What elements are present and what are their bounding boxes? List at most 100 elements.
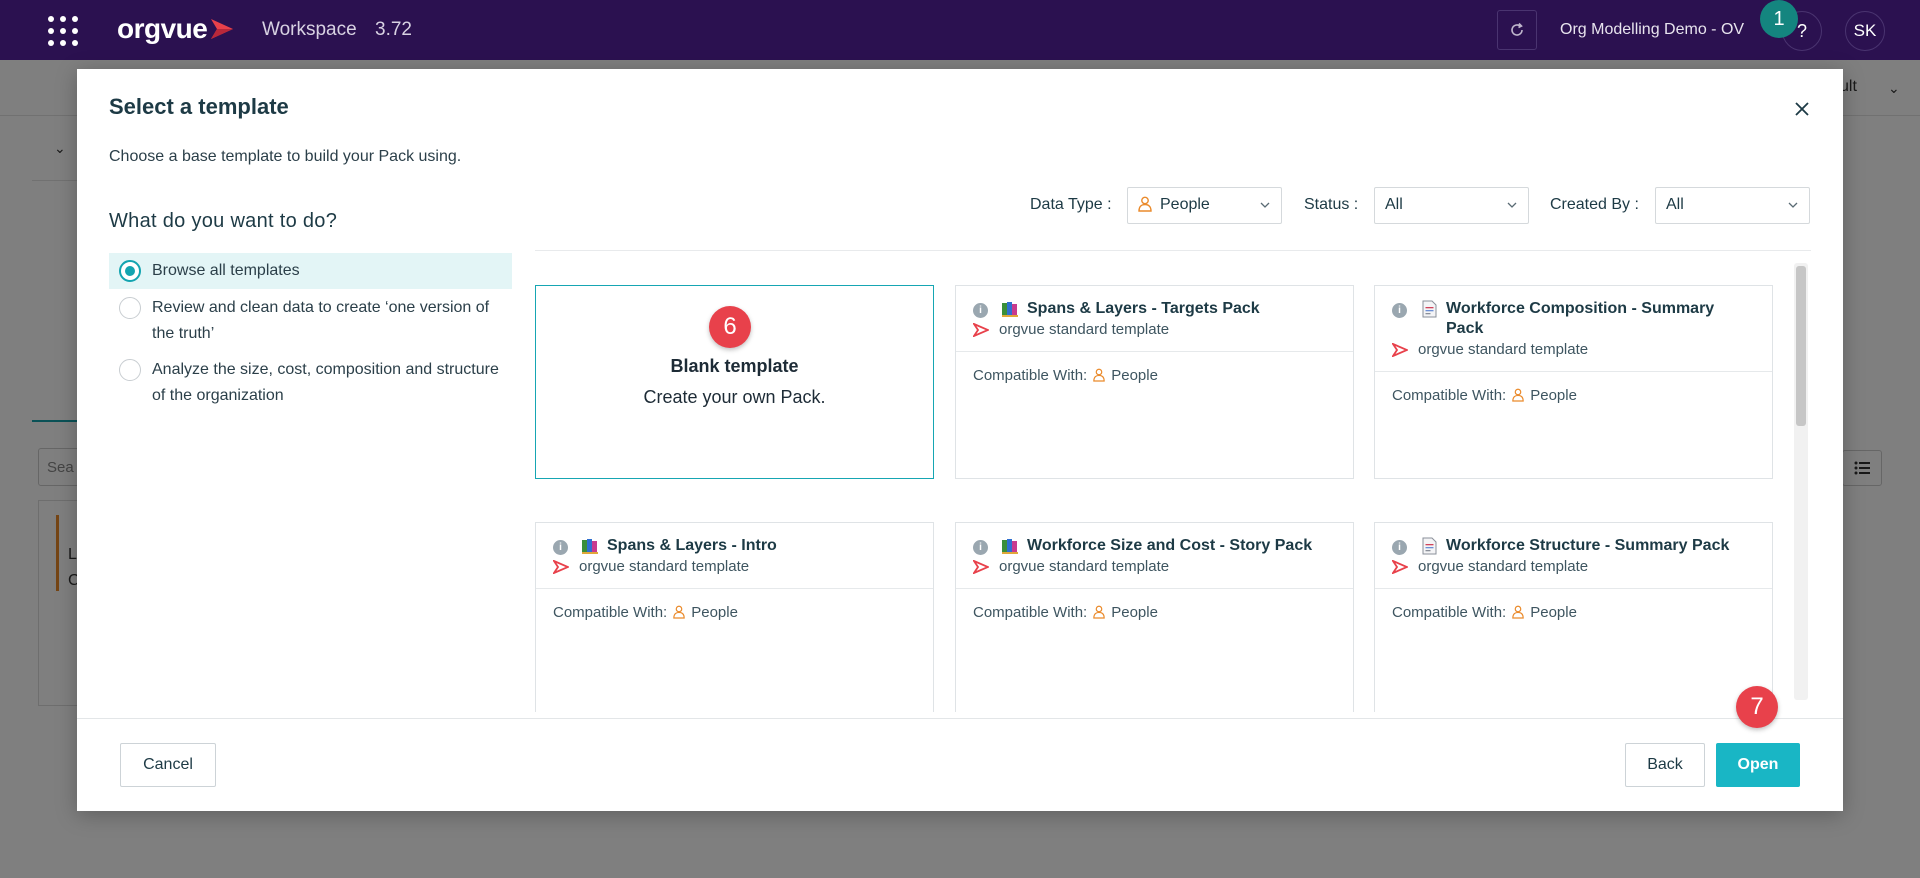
dialog-subtitle: Choose a base template to build your Pac… xyxy=(109,148,462,165)
template-card-header: i Workforce Structure - Summary Pack orgvu… xyxy=(1375,523,1772,576)
person-icon xyxy=(1512,605,1524,619)
status-label: Status : xyxy=(1304,196,1359,213)
template-source-text: orgvue standard template xyxy=(999,321,1170,338)
dialog-title: Select a template xyxy=(109,94,289,119)
orgvue-mark-icon xyxy=(973,560,989,574)
workspace-selector[interactable]: Org Modelling Demo - OV xyxy=(1560,21,1744,39)
template-title: i Spans & Layers - Intro xyxy=(553,536,916,556)
chevron-down-icon xyxy=(1507,202,1517,208)
colored-book-icon xyxy=(1002,539,1018,554)
status-value: All xyxy=(1385,196,1403,213)
info-icon[interactable]: i xyxy=(553,540,568,555)
open-button[interactable]: Open xyxy=(1716,743,1800,787)
option-label: Analyze the size, cost, composition and … xyxy=(152,361,499,404)
info-icon[interactable]: i xyxy=(1392,540,1407,555)
template-card[interactable]: i Workforce Composition - Summary Pack org… xyxy=(1374,285,1773,479)
template-title: i Spans & Layers - Targets Pack xyxy=(973,299,1336,319)
info-icon[interactable]: i xyxy=(973,540,988,555)
template-title-text: Workforce Structure - Summary Pack xyxy=(1446,537,1730,554)
dialog-footer-divider xyxy=(77,718,1843,719)
orgvue-mark-icon xyxy=(553,560,569,574)
template-card-header: i Spans & Layers - Intro orgvue standard t… xyxy=(536,523,933,576)
radio-unselected[interactable] xyxy=(119,297,141,319)
template-source: orgvue standard template xyxy=(973,320,1336,339)
refresh-button[interactable] xyxy=(1497,10,1537,50)
person-icon xyxy=(1093,605,1105,619)
template-compatibility: Compatible With: People xyxy=(956,352,1353,399)
document-icon xyxy=(1422,300,1437,318)
user-avatar[interactable]: SK xyxy=(1845,11,1885,51)
back-button[interactable]: Back xyxy=(1625,743,1705,787)
template-card[interactable]: i Workforce Structure - Summary Pack orgvu… xyxy=(1374,522,1773,712)
person-icon xyxy=(1512,388,1524,402)
blank-template-title: Blank template xyxy=(670,356,799,376)
orgvue-mark-icon xyxy=(1392,560,1408,574)
template-card[interactable]: i Workforce Size and Cost - Story Pack org… xyxy=(955,522,1354,712)
compatible-with-label: Compatible With: xyxy=(1392,387,1507,404)
option-review-clean[interactable]: Review and clean data to create ‘one ver… xyxy=(109,290,512,352)
blank-template-subtitle: Create your own Pack. xyxy=(643,387,826,407)
compatible-with-label: Compatible With: xyxy=(1392,604,1507,621)
top-bar: orgvue Workspace 3.72 Org Modelling Demo… xyxy=(0,0,1920,60)
select-template-dialog: Select a template Choose a base template… xyxy=(77,69,1843,811)
template-card[interactable]: i Spans & Layers - Targets Pack orgvue sta… xyxy=(955,285,1354,479)
data-type-select[interactable]: People xyxy=(1127,187,1282,224)
template-source-text: orgvue standard template xyxy=(1418,558,1589,575)
info-icon[interactable]: i xyxy=(973,303,988,318)
scrollbar-thumb[interactable] xyxy=(1796,266,1806,426)
template-title-text: Spans & Layers - Intro xyxy=(607,537,777,554)
created-by-value: All xyxy=(1666,196,1684,213)
template-card[interactable]: i Spans & Layers - Intro orgvue standard t… xyxy=(535,522,934,712)
template-compatibility: Compatible With: People xyxy=(1375,372,1772,419)
template-title-text: Spans & Layers - Targets Pack xyxy=(1027,300,1260,317)
refresh-icon xyxy=(1511,22,1523,36)
product-version: 3.72 xyxy=(375,19,412,40)
data-type-value: People xyxy=(1160,196,1210,213)
template-title-text: Workforce Size and Cost - Story Pack xyxy=(1027,537,1313,554)
app-grid-icon[interactable] xyxy=(48,16,78,46)
option-analyze[interactable]: Analyze the size, cost, composition and … xyxy=(109,352,512,414)
compatible-with-value: People xyxy=(691,604,738,621)
template-source: orgvue standard template xyxy=(553,557,916,576)
colored-book-icon xyxy=(582,539,598,554)
compatible-with-value: People xyxy=(1111,604,1158,621)
template-title: i Workforce Composition - Summary Pack xyxy=(1392,299,1755,339)
compatible-with-label: Compatible With: xyxy=(553,604,668,621)
template-title: i Workforce Structure - Summary Pack xyxy=(1392,536,1755,556)
template-source-text: orgvue standard template xyxy=(579,558,750,575)
template-card-header: i Workforce Composition - Summary Pack org… xyxy=(1375,286,1772,359)
template-compatibility: Compatible With: People xyxy=(1375,589,1772,636)
step-badge: 7 xyxy=(1736,686,1778,728)
document-icon xyxy=(1422,537,1437,555)
logo-text: orgvue xyxy=(117,13,208,44)
cancel-button[interactable]: Cancel xyxy=(120,743,216,787)
template-compatibility: Compatible With: People xyxy=(536,589,933,636)
info-icon[interactable]: i xyxy=(1392,303,1407,318)
template-title: i Workforce Size and Cost - Story Pack xyxy=(973,536,1336,556)
template-source: orgvue standard template xyxy=(973,557,1336,576)
status-select[interactable]: All xyxy=(1374,187,1529,224)
radio-selected[interactable] xyxy=(119,260,141,282)
options-heading: What do you want to do? xyxy=(109,210,338,232)
template-card-header: i Workforce Size and Cost - Story Pack org… xyxy=(956,523,1353,576)
option-browse-all[interactable]: Browse all templates xyxy=(109,253,512,289)
template-source-text: orgvue standard template xyxy=(1418,341,1589,358)
template-title-text: Workforce Composition - Summary Pack xyxy=(1446,300,1715,337)
compatible-with-value: People xyxy=(1111,367,1158,384)
option-label: Browse all templates xyxy=(152,262,300,279)
orgvue-logo[interactable]: orgvue xyxy=(117,13,235,45)
compatible-with-value: People xyxy=(1530,387,1577,404)
radio-unselected[interactable] xyxy=(119,359,141,381)
colored-book-icon xyxy=(1002,302,1018,317)
person-icon xyxy=(1138,196,1152,212)
person-icon xyxy=(673,605,685,619)
close-icon[interactable] xyxy=(1788,95,1816,123)
logo-mark-icon xyxy=(211,19,234,39)
product-name: Workspace xyxy=(262,19,357,40)
option-label: Review and clean data to create ‘one ver… xyxy=(152,299,490,342)
template-source: orgvue standard template xyxy=(1392,340,1755,359)
filters-divider xyxy=(535,250,1811,251)
compatible-with-label: Compatible With: xyxy=(973,367,1088,384)
created-by-select[interactable]: All xyxy=(1655,187,1810,224)
orgvue-mark-icon xyxy=(1392,343,1408,357)
